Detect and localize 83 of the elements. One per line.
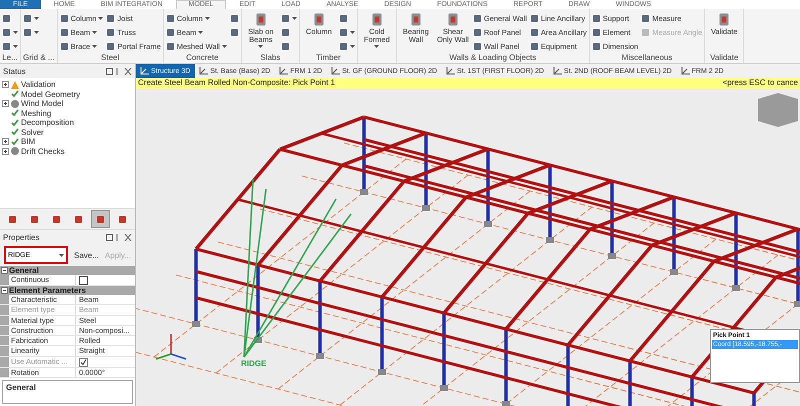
- caret-icon: [92, 44, 98, 48]
- view-icon: [199, 67, 208, 75]
- caret-icon: [374, 45, 380, 48]
- status-tree-item[interactable]: Solver: [2, 128, 133, 137]
- panel-toolbar-button[interactable]: [91, 210, 110, 228]
- caret-icon: [98, 16, 104, 20]
- caret-icon: [92, 30, 98, 34]
- ribbon-group-label: Slabs: [259, 53, 282, 63]
- ribbon-group-label: Walls & Loading Objects: [448, 53, 538, 63]
- status-tree-item[interactable]: Meshing: [2, 108, 133, 118]
- caret-icon: [222, 44, 227, 48]
- panel-title: Properties: [3, 232, 40, 242]
- caret-icon: [34, 16, 39, 20]
- ribbon-button[interactable]: [338, 26, 355, 38]
- status-tree-item[interactable]: Decomposition: [2, 118, 133, 128]
- status-tree-item[interactable]: Model Geometry: [2, 90, 133, 99]
- panel-button[interactable]: Save...: [74, 250, 99, 260]
- panel-title: Status: [3, 66, 26, 76]
- collapse-icon[interactable]: [0, 267, 9, 274]
- caret-icon: [198, 30, 204, 34]
- ribbon-button[interactable]: [23, 12, 39, 24]
- ribbon-button[interactable]: [23, 26, 39, 38]
- tool-icon: [408, 12, 423, 27]
- status-tree-item[interactable]: Wind Model: [2, 99, 133, 108]
- ribbon-group-label: Validate: [709, 53, 740, 63]
- axis-triad-icon: [156, 334, 186, 360]
- check-icon: [11, 90, 19, 98]
- tool-icon: [52, 214, 61, 224]
- status-tree-item[interactable]: BIM: [2, 137, 133, 146]
- ribbon-button[interactable]: [230, 26, 239, 38]
- expand-icon[interactable]: [2, 148, 9, 155]
- caret-icon: [350, 44, 355, 48]
- caret-icon: [13, 30, 18, 34]
- checkbox[interactable]: [79, 276, 88, 285]
- view-icon: [279, 67, 288, 75]
- caret-icon: [350, 30, 355, 34]
- caret-icon: [292, 16, 297, 20]
- tool-icon: [8, 214, 17, 224]
- ribbon-group-label: Steel: [100, 53, 120, 63]
- tool-icon: [312, 12, 326, 27]
- ribbon-group-label: Concrete: [185, 53, 220, 63]
- question-icon: [11, 147, 19, 156]
- ribbon-group-label: Miscellaneous: [620, 53, 674, 63]
- ribbon-group-label: Le...: [2, 53, 18, 63]
- collapse-icon[interactable]: [0, 287, 9, 294]
- caret-icon: [258, 45, 264, 48]
- tool-icon: [370, 12, 384, 27]
- tool-icon: [446, 12, 460, 27]
- ribbon-button[interactable]: [2, 40, 18, 52]
- view-icon: [446, 67, 456, 75]
- expand-icon[interactable]: [2, 81, 9, 88]
- prompt-hint: <press ESC to cance: [722, 78, 798, 89]
- ribbon-button[interactable]: [230, 12, 239, 24]
- caret-icon: [34, 30, 39, 34]
- ribbon-group-label: Timber: [315, 53, 342, 63]
- ribbon-button[interactable]: [280, 12, 297, 24]
- tool-icon: [254, 12, 268, 27]
- ribbon-button[interactable]: [2, 26, 18, 38]
- view-icon: [680, 67, 690, 75]
- tool-icon: [118, 214, 127, 224]
- warning-icon: [11, 80, 19, 89]
- question-icon: [11, 100, 19, 108]
- tool-icon: [96, 214, 105, 224]
- caret-icon: [204, 16, 210, 20]
- command-prompt: Create Steel Beam Rolled Non-Composite: Pick Point 1: [138, 78, 335, 89]
- window-controls-icon[interactable]: [106, 234, 132, 240]
- ribbon-button[interactable]: [338, 40, 355, 52]
- ribbon-group-label: Grid & ...: [23, 53, 55, 63]
- view-icon: [552, 67, 562, 75]
- view-icon: [140, 67, 149, 75]
- status-tree-item[interactable]: Drift Checks: [2, 146, 133, 156]
- description-box: General: [2, 380, 133, 404]
- tool-icon: [30, 214, 39, 224]
- caret-icon: [59, 254, 64, 256]
- expand-icon[interactable]: [2, 138, 9, 146]
- annotation-label: RIDGE: [241, 359, 266, 368]
- window-controls-icon[interactable]: [106, 68, 132, 74]
- view-icon: [331, 67, 340, 75]
- tool-icon: [74, 214, 83, 224]
- caret-icon: [13, 44, 18, 48]
- tool-icon: [717, 12, 732, 27]
- status-tree-item[interactable]: Validation: [2, 80, 133, 90]
- expand-icon[interactable]: [2, 100, 9, 108]
